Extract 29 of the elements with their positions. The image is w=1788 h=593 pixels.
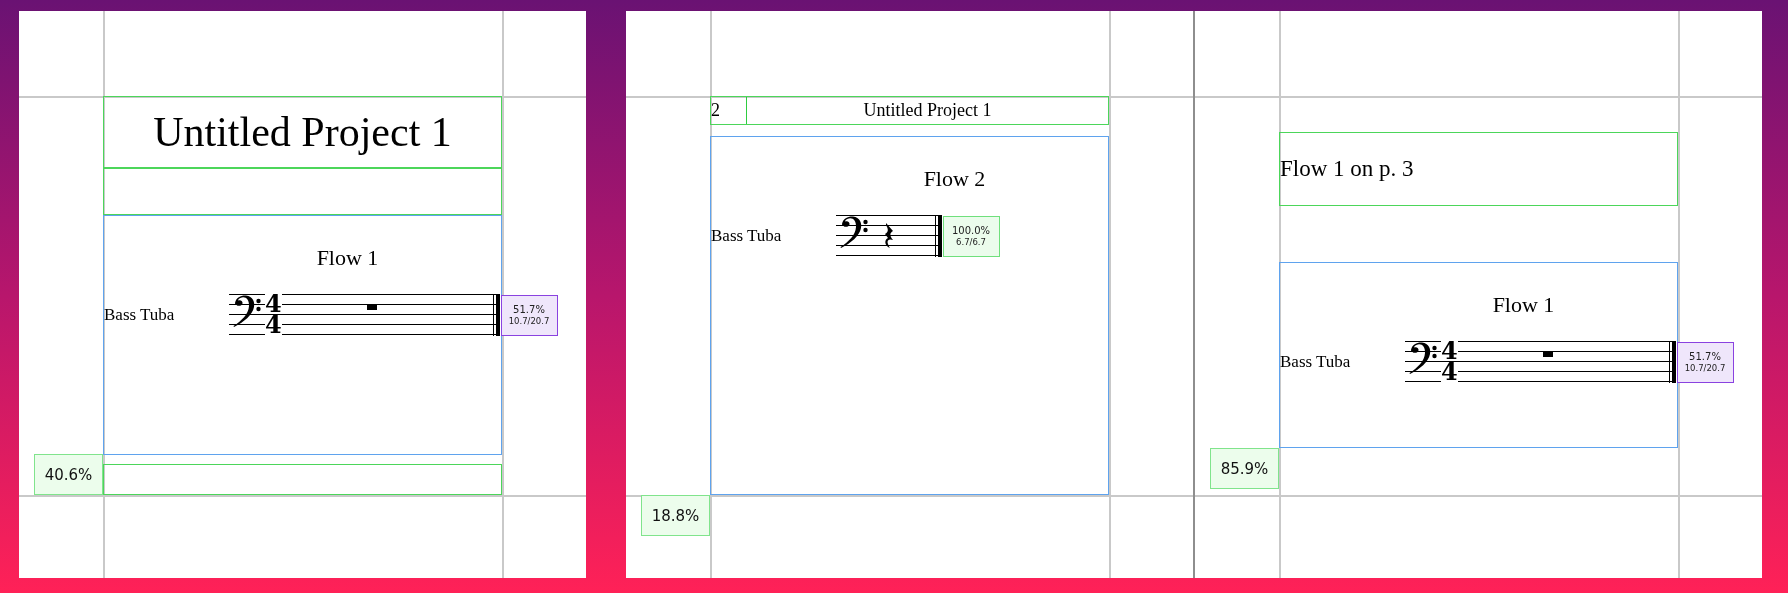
fill-percent: 51.7% <box>513 303 545 316</box>
fill-percent: 100.0% <box>951 224 991 237</box>
page-fill-badge: 18.8% <box>641 495 710 536</box>
fill-percent: 51.7% <box>1689 350 1721 363</box>
time-signature: 4 4 <box>1441 341 1458 382</box>
flow-title: Flow 1 <box>316 245 379 271</box>
time-signature: 4 4 <box>265 294 282 335</box>
instrument-name: Bass Tuba <box>1280 352 1351 372</box>
flow-title: Flow 1 <box>1492 292 1555 318</box>
page-fill-badge: 85.9% <box>1210 448 1279 489</box>
fill-ratio: 10.7/20.7 <box>1684 362 1726 374</box>
text-frame[interactable] <box>103 168 502 215</box>
header-frame[interactable]: 2 Untitled Project 1 <box>710 96 1109 125</box>
header-title: Untitled Project 1 <box>862 99 993 122</box>
page-fill-badge: 40.6% <box>34 454 103 495</box>
bass-clef-icon <box>1408 342 1438 374</box>
fill-ratio: 10.7/20.7 <box>508 315 550 327</box>
music-frame[interactable]: Flow 1 Bass Tuba 4 4 <box>103 215 502 455</box>
page-number: 2 <box>711 97 747 124</box>
fill-ratio: 6.7/6.7 <box>956 236 986 248</box>
text-frame[interactable] <box>103 464 502 495</box>
title-frame[interactable]: Untitled Project 1 <box>103 96 502 168</box>
music-frame[interactable]: Flow 1 Bass Tuba 4 4 <box>1279 262 1678 448</box>
bass-clef-icon <box>839 216 869 248</box>
instrument-name: Bass Tuba <box>711 226 782 246</box>
text-frame[interactable]: Flow 1 on p. 3 <box>1279 132 1678 206</box>
bass-clef-icon <box>232 295 262 327</box>
instrument-name: Bass Tuba <box>104 305 175 325</box>
flow-title: Flow 2 <box>923 166 986 192</box>
